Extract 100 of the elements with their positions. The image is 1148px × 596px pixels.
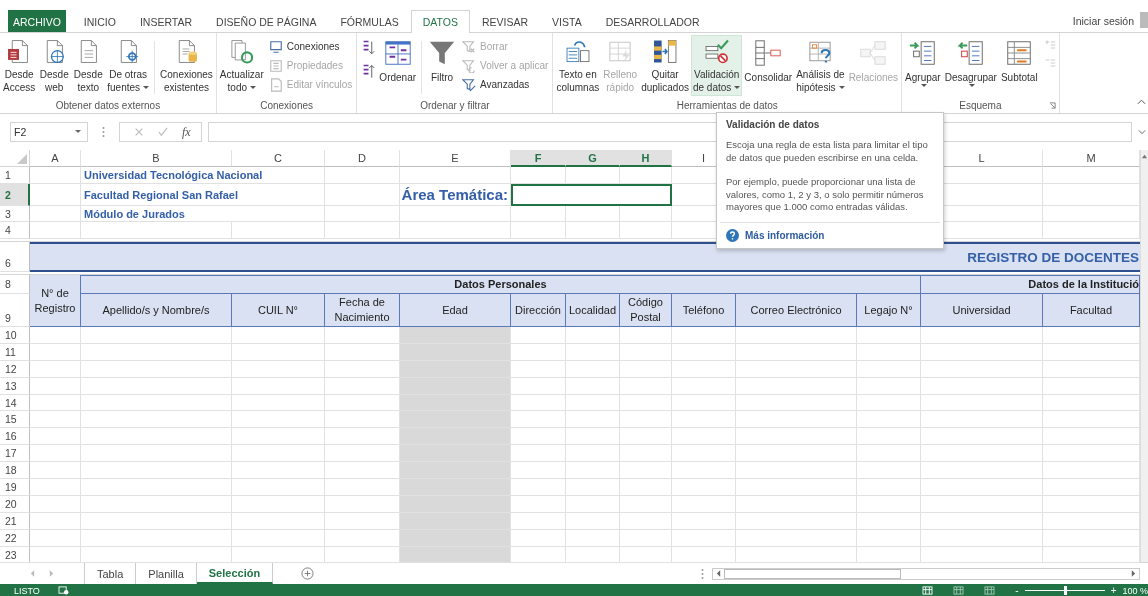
ribbon-tab[interactable]: DESARROLLADOR [593, 10, 712, 32]
page-layout-icon[interactable] [953, 586, 965, 595]
drag-handle-icon[interactable] [701, 567, 704, 580]
ribbon-tab[interactable]: INSERTAR [127, 10, 205, 32]
sort-ascending-icon[interactable] [362, 39, 376, 57]
empty-cell [30, 343, 81, 361]
empty-cell [30, 167, 81, 184]
column-header[interactable]: C [232, 150, 325, 167]
empty-cell [857, 512, 921, 530]
scroll-left-icon[interactable] [716, 570, 721, 577]
empty-cell [620, 529, 672, 547]
ribbon-button[interactable]: Subtotal [998, 35, 1040, 96]
row-header[interactable]: 15 [0, 411, 30, 429]
zoom-out-button[interactable]: - [1015, 585, 1019, 596]
ribbon-button[interactable]: Actualizar todo [217, 35, 266, 96]
ribbon-button[interactable]: Desde Access [1, 35, 38, 96]
row-header[interactable]: 3 [0, 206, 30, 222]
empty-cell [672, 462, 736, 479]
empty-cell [566, 222, 620, 239]
normal-view-icon[interactable] [922, 586, 934, 595]
more-info-link[interactable]: Más información [745, 229, 825, 241]
ribbon-tab[interactable]: DATOS [410, 10, 470, 33]
column-header[interactable]: H [620, 150, 672, 167]
row-header[interactable]: 4 [0, 222, 30, 239]
collapse-ribbon-icon[interactable] [1137, 99, 1146, 105]
ribbon-tab[interactable]: ARCHIVO [8, 10, 66, 32]
row-header[interactable]: 2 [0, 184, 30, 206]
ribbon-tab[interactable]: INICIO [71, 10, 128, 32]
row-header[interactable]: 10 [0, 327, 30, 344]
ribbon-button[interactable]: Conexiones existentes [158, 35, 215, 96]
row-header[interactable]: 13 [0, 377, 30, 395]
expand-caret-icon[interactable] [1138, 129, 1146, 135]
vertical-scrollbar[interactable] [1140, 150, 1148, 562]
ribbon-button[interactable]: Agrupar [903, 35, 943, 96]
close-icon[interactable] [134, 127, 144, 137]
sheet-tab[interactable]: Selección [196, 563, 274, 584]
row-header[interactable]: 12 [0, 360, 30, 378]
empty-cell [672, 343, 736, 361]
column-header[interactable]: B [81, 150, 232, 167]
ribbon-tab[interactable]: VISTA [540, 10, 594, 32]
zoom-slider-thumb[interactable] [1063, 586, 1067, 595]
page-break-icon[interactable] [984, 586, 996, 595]
next-sheet-icon[interactable] [49, 570, 54, 577]
row-header[interactable]: 14 [0, 394, 30, 412]
ribbon-button[interactable]: De otras fuentes [105, 35, 152, 96]
zoom-in-button[interactable]: + [1110, 585, 1117, 596]
column-header[interactable]: A [30, 150, 81, 167]
group-label: Obtener datos externos [55, 100, 161, 111]
dialog-launcher-icon[interactable] [1048, 102, 1056, 109]
ribbon-button[interactable]: Desagrupar [942, 35, 999, 96]
group-icon [907, 38, 938, 68]
row-header[interactable]: 20 [0, 495, 30, 513]
show-detail-icon[interactable] [1043, 39, 1056, 51]
select-all-button[interactable] [0, 150, 30, 167]
scroll-up-icon[interactable] [1141, 153, 1148, 160]
sort-descending-icon[interactable] [362, 63, 376, 81]
horizontal-scrollbar[interactable] [712, 567, 1140, 580]
ribbon-button[interactable]: Avanzadas [459, 75, 552, 94]
ribbon-button[interactable]: Conexiones [265, 37, 356, 56]
row-header[interactable]: 16 [0, 428, 30, 446]
add-sheet-icon[interactable] [301, 567, 315, 580]
ribbon-tab[interactable]: REVISAR [469, 10, 541, 32]
empty-cell [672, 377, 736, 395]
previous-sheet-icon[interactable] [30, 570, 35, 577]
empty-cell [566, 377, 620, 395]
ribbon-tab[interactable]: DISEÑO DE PÁGINA [204, 10, 329, 32]
row-header[interactable]: 19 [0, 479, 30, 496]
column-header[interactable]: F [511, 150, 566, 167]
empty-cell [30, 394, 81, 412]
insert-function-button[interactable]: fx [182, 124, 191, 140]
macro-record-icon[interactable] [57, 586, 69, 595]
selected-cell[interactable] [511, 184, 672, 206]
ribbon-button[interactable]: Validación de datos [690, 35, 743, 96]
scroll-thumb[interactable] [724, 568, 901, 579]
ribbon-button[interactable]: Texto en columnas [554, 35, 602, 96]
empty-cell [511, 206, 566, 222]
ribbon-button[interactable]: Desde web [37, 35, 72, 96]
row-header[interactable]: 17 [0, 445, 30, 463]
empty-cell [30, 445, 81, 463]
ribbon-button[interactable]: Quitar duplicados [639, 35, 691, 96]
drag-handle-icon[interactable] [102, 126, 105, 138]
name-box[interactable]: F2 [10, 122, 88, 142]
column-header[interactable]: D [325, 150, 400, 167]
ribbon-button[interactable]: Desde texto [71, 35, 106, 96]
row-header[interactable]: 21 [0, 512, 30, 530]
ribbon-tab[interactable]: FÓRMULAS [328, 10, 411, 32]
caret-icon [75, 130, 81, 134]
ribbon-button[interactable]: Ordenar [377, 35, 419, 96]
ribbon-button[interactable]: Consolidar [742, 35, 795, 96]
ribbon-button[interactable]: Filtro [425, 35, 460, 96]
row-header[interactable]: 22 [0, 529, 30, 547]
row-header[interactable]: 23 [0, 546, 30, 564]
ribbon-button[interactable]: Análisis de hipótesis [794, 35, 847, 96]
scroll-right-icon[interactable] [1131, 570, 1136, 577]
checkmark-icon[interactable] [158, 127, 168, 137]
column-header[interactable]: G [566, 150, 620, 167]
empty-cell [857, 360, 921, 378]
sign-in-link[interactable]: Iniciar sesión [1072, 10, 1140, 32]
row-header[interactable]: 18 [0, 462, 30, 479]
row-header[interactable]: 11 [0, 343, 30, 361]
